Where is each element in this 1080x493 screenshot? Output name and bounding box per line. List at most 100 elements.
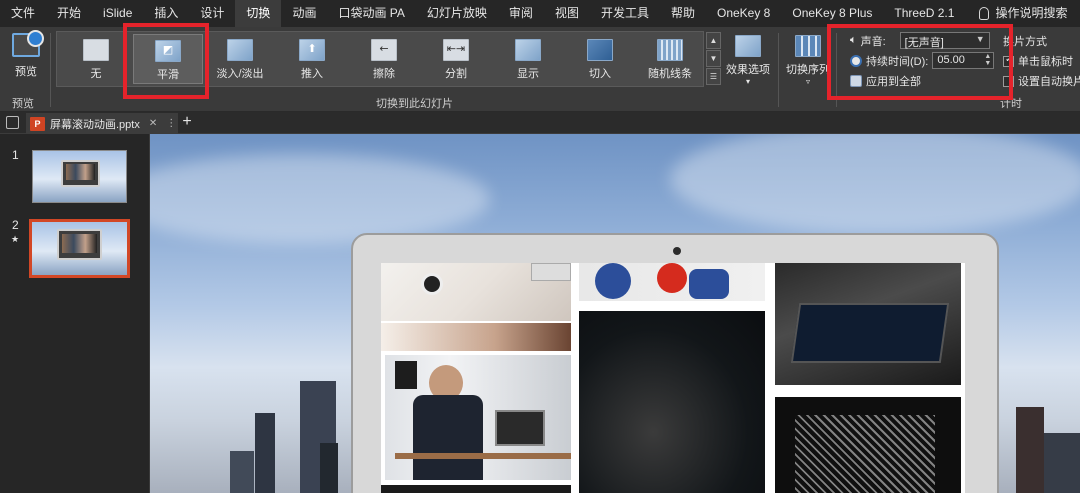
laptop-image — [60, 160, 100, 187]
photo-hands-writing — [381, 323, 571, 351]
transition-label: 推入 — [301, 68, 323, 80]
building — [255, 413, 275, 493]
transition-label: 淡入/淡出 — [216, 68, 264, 80]
transition-wipe[interactable]: ← 擦除 — [349, 34, 419, 84]
camera-dot — [673, 247, 681, 255]
auto-advance-label: 设置自动换片 — [1018, 76, 1080, 88]
menu-pocket-animation[interactable]: 口袋动画 PA — [327, 0, 415, 27]
switch-sequence-button[interactable]: 切换序列 ▿ — [786, 31, 830, 91]
menu-slideshow[interactable]: 幻灯片放映 — [416, 0, 498, 27]
on-click-label: 单击鼠标时 — [1018, 56, 1073, 68]
laptop-frame — [351, 233, 999, 493]
building — [1044, 433, 1080, 493]
new-tab-button[interactable]: + — [178, 114, 196, 132]
transitions-group-label: 切换到此幻灯片 — [376, 98, 453, 110]
preview-button[interactable]: 预览 — [6, 30, 46, 87]
chevron-down-icon: ▿ — [805, 77, 810, 86]
push-transition-icon: ⬆ — [299, 39, 325, 61]
switch-sequence-label: 切换序列 — [786, 64, 830, 76]
chevron-down-icon: ▾ — [745, 77, 750, 86]
cloud — [150, 154, 490, 244]
gallery-scroll: ▲ ▼ ☰ — [706, 32, 721, 86]
preview-icon — [12, 30, 44, 57]
search-box[interactable]: 操作说明搜索 — [965, 0, 1078, 27]
laptop-image — [56, 229, 103, 261]
photo-desk-notebook — [381, 263, 571, 321]
transition-label: 切入 — [589, 68, 611, 80]
transition-label: 分割 — [445, 68, 467, 80]
preview-group-label: 预览 — [12, 98, 34, 110]
none-transition-icon — [83, 39, 109, 61]
gallery-up-button[interactable]: ▲ — [706, 32, 721, 49]
transition-reveal[interactable]: 显示 — [493, 34, 563, 84]
document-name: 屏幕滚动动画.pptx — [50, 118, 140, 131]
random-bars-transition-icon — [657, 39, 683, 61]
gallery-more-button[interactable]: ☰ — [706, 68, 721, 85]
menu-onekey8-plus[interactable]: OneKey 8 Plus — [781, 0, 883, 27]
menu-developer[interactable]: 开发工具 — [590, 0, 660, 27]
powerpoint-icon: P — [30, 116, 45, 131]
effect-options-button[interactable]: 效果选项 ▾ — [724, 31, 772, 91]
transition-label: 擦除 — [373, 68, 395, 80]
document-tab-bar: P 屏幕滚动动画.pptx ✕ ⋮ + — [0, 112, 1080, 134]
transition-label: 显示 — [517, 68, 539, 80]
on-click-option[interactable]: 单击鼠标时 — [1003, 53, 1073, 69]
menu-review[interactable]: 审阅 — [498, 0, 544, 27]
slide-number: 1 — [12, 148, 19, 162]
photo-graffiti — [775, 397, 961, 493]
slide-thumbnail-2[interactable] — [29, 219, 130, 278]
close-icon[interactable]: ✕ — [149, 118, 157, 129]
highlight-morph-box — [123, 23, 209, 99]
menu-transitions[interactable]: 切换 — [235, 0, 282, 27]
building — [1016, 407, 1044, 493]
reveal-transition-icon — [515, 39, 541, 61]
transition-label: 随机线条 — [648, 68, 692, 80]
menu-home[interactable]: 开始 — [46, 0, 92, 27]
slide-thumbnail-pane: 1 2 ★ — [0, 134, 150, 493]
menu-view[interactable]: 视图 — [544, 0, 590, 27]
laptop-screen — [381, 263, 965, 493]
menu-file[interactable]: 文件 — [0, 0, 46, 27]
transition-label: 无 — [90, 68, 102, 80]
gallery-down-button[interactable]: ▼ — [706, 50, 721, 67]
auto-advance-option[interactable]: 设置自动换片 — [1003, 73, 1080, 89]
menu-threed[interactable]: ThreeD 2.1 — [883, 0, 965, 27]
divider — [50, 33, 51, 107]
slide-thumbnail-1[interactable] — [32, 150, 127, 203]
wipe-transition-icon: ← — [371, 39, 397, 61]
transition-none[interactable]: 无 — [61, 34, 131, 84]
transition-random-bars[interactable]: 随机线条 — [635, 34, 705, 84]
animation-star-icon: ★ — [11, 234, 20, 244]
lightbulb-icon — [979, 7, 990, 20]
transition-push[interactable]: ⬆ 推入 — [277, 34, 347, 84]
photo-laptop-keyboard — [775, 263, 961, 385]
cloud — [670, 134, 1080, 234]
building — [230, 451, 254, 493]
divider — [778, 33, 779, 107]
highlight-timing-box — [827, 24, 1013, 100]
photo-dark-blur — [579, 311, 765, 493]
slide-canvas[interactable] — [150, 134, 1080, 493]
menu-animations[interactable]: 动画 — [281, 0, 327, 27]
transition-cut[interactable]: 切入 — [565, 34, 635, 84]
building — [320, 443, 338, 493]
transition-fade[interactable]: 淡入/淡出 — [205, 34, 275, 84]
effect-options-label: 效果选项 — [726, 64, 770, 76]
fade-transition-icon — [227, 39, 253, 61]
menu-onekey8[interactable]: OneKey 8 — [706, 0, 781, 27]
split-transition-icon: ⇤⇥ — [443, 39, 469, 61]
search-label: 操作说明搜索 — [995, 6, 1068, 20]
photo-man-laptop — [385, 355, 571, 480]
ribbon: 预览 预览 无 ◩ 平滑 淡入/淡出 ⬆ 推入 ← 擦除 ⇤⇥ 分割 显示 切入… — [0, 23, 1080, 112]
switch-sequence-icon — [795, 35, 821, 57]
navigation-pane-icon[interactable] — [6, 116, 19, 129]
cut-transition-icon — [587, 39, 613, 61]
photo-dark-bottom — [381, 485, 571, 493]
document-tab[interactable]: P 屏幕滚动动画.pptx ✕ ⋮ — [26, 113, 178, 134]
menu-help[interactable]: 帮助 — [660, 0, 706, 27]
more-icon[interactable]: ⋮ — [166, 118, 176, 129]
transition-split[interactable]: ⇤⇥ 分割 — [421, 34, 491, 84]
effect-options-icon — [735, 35, 761, 57]
photo-mario-figures — [579, 263, 765, 301]
slide-number: 2 — [12, 218, 19, 232]
